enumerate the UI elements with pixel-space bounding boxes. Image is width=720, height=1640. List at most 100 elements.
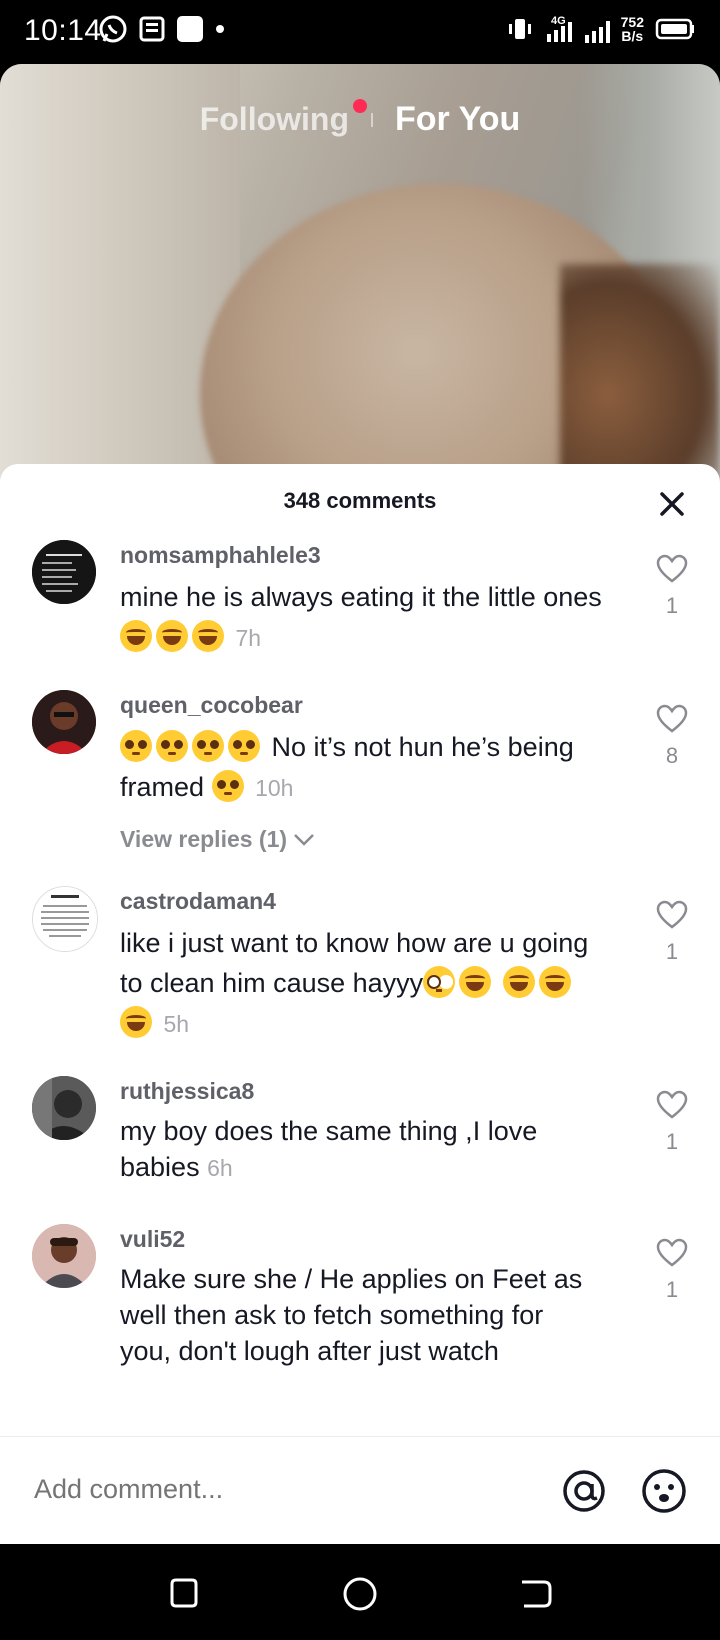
like-button[interactable]: 8	[652, 704, 692, 769]
comment-body: my boy does the same thing ,I love babie…	[120, 1116, 538, 1182]
new-content-dot	[353, 99, 367, 113]
signal-4g-icon: 4G	[546, 15, 572, 42]
like-count: 1	[665, 593, 679, 618]
like-count: 8	[665, 743, 679, 768]
emoji-icon	[642, 1469, 686, 1513]
comment-time: 5h	[163, 1011, 190, 1037]
comment-text: mine he is always eating it the little o…	[120, 577, 620, 658]
home-circle-icon	[343, 1577, 377, 1611]
app-square-icon	[177, 16, 203, 42]
like-button[interactable]: 1	[652, 1238, 692, 1303]
view-replies-link[interactable]: View replies (1)	[120, 826, 315, 853]
comment-text: Make sure she / He applies on Feet as we…	[120, 1261, 600, 1369]
joy-emoji	[538, 966, 571, 998]
comment-body: No it’s not hun he’s being	[264, 732, 574, 762]
avatar-image	[33, 887, 97, 951]
back-button[interactable]	[516, 1574, 556, 1614]
heart-icon	[656, 1090, 688, 1119]
network-speed: 752 B/s	[621, 15, 644, 43]
speed-value: 752	[620, 14, 644, 30]
chevron-down-icon	[294, 833, 314, 846]
avatar[interactable]	[32, 1076, 96, 1140]
system-icons: 4G 752 B/s	[507, 14, 696, 44]
like-button[interactable]: 1	[652, 900, 692, 965]
comments-sheet: 348 comments nomsamphahlele3 mine he is …	[0, 464, 720, 1544]
system-nav-bar	[0, 1544, 720, 1640]
flushed-emoji	[423, 966, 456, 998]
pleading-emoji	[211, 770, 244, 802]
like-count: 1	[665, 1129, 679, 1154]
comment-text: my boy does the same thing ,I love babie…	[120, 1113, 620, 1186]
status-time: 10:14	[24, 14, 102, 47]
whatsapp-icon	[99, 15, 127, 43]
close-icon	[660, 492, 684, 516]
heart-icon	[656, 704, 688, 733]
like-button[interactable]: 1	[652, 554, 692, 619]
emoji-button[interactable]	[640, 1467, 688, 1515]
dot-icon	[216, 25, 224, 33]
avatar[interactable]	[32, 1224, 96, 1288]
recents-icon	[170, 1578, 198, 1608]
pleading-emoji	[192, 730, 224, 762]
comment-username[interactable]: castrodaman4	[120, 888, 276, 915]
comment-time: 7h	[235, 625, 262, 651]
like-count: 1	[665, 1277, 679, 1302]
comment-time: 6h	[207, 1155, 233, 1181]
comment-username[interactable]: vuli52	[120, 1226, 185, 1253]
close-button[interactable]	[652, 484, 692, 524]
tab-separator	[371, 112, 373, 127]
signal-icon	[584, 21, 610, 43]
speed-unit: B/s	[621, 28, 644, 44]
rofl-emoji	[120, 620, 152, 652]
pleading-emoji	[156, 730, 188, 762]
news-icon	[139, 16, 165, 42]
comments-count-title: 348 comments	[283, 488, 437, 513]
notification-icons	[98, 14, 226, 44]
vibrate-icon	[508, 19, 531, 39]
pleading-emoji	[228, 730, 260, 762]
comment-username[interactable]: nomsamphahlele3	[120, 542, 321, 569]
tab-for-you[interactable]: For You	[395, 100, 520, 139]
at-icon	[563, 1470, 605, 1512]
recents-button[interactable]	[164, 1574, 204, 1614]
comment-text: like i just want to know how are u going…	[120, 923, 610, 1044]
comments-header: 348 comments	[0, 464, 720, 544]
avatar[interactable]	[32, 886, 98, 952]
back-icon	[522, 1580, 552, 1608]
avatar[interactable]	[32, 540, 96, 604]
comment-composer	[0, 1436, 720, 1545]
network-label: 4G	[551, 15, 566, 27]
joy-emoji	[156, 620, 188, 652]
comment-time: 10h	[255, 775, 294, 801]
joy-emoji	[459, 966, 492, 998]
comment-body: mine he is always eating it the little o…	[120, 582, 602, 612]
tab-following[interactable]: Following	[200, 99, 367, 138]
add-comment-input[interactable]	[32, 1473, 476, 1506]
avatar-image	[32, 1224, 96, 1288]
joy-emoji	[502, 966, 535, 998]
heart-icon	[656, 900, 688, 929]
feed-tabs: Following For You	[0, 99, 720, 139]
comment-body: Make sure she / He applies on Feet as we…	[120, 1264, 583, 1366]
view-replies-label: View replies (1)	[120, 826, 288, 852]
comment-username[interactable]: queen_cocobear	[120, 692, 303, 719]
pleading-emoji	[120, 730, 152, 762]
comment-text: No it’s not hun he’s being framed 10h	[120, 727, 620, 808]
status-bar: 10:14 4G 752 B/s	[0, 0, 720, 64]
avatar-image	[32, 540, 96, 604]
battery-icon	[655, 18, 694, 40]
comment-body-cont: framed	[120, 772, 205, 802]
joy-emoji	[120, 1006, 152, 1038]
heart-icon	[656, 1238, 688, 1267]
video-frame-shadow	[560, 264, 720, 484]
rofl-emoji	[192, 620, 224, 652]
home-button[interactable]	[340, 1574, 380, 1614]
like-button[interactable]: 1	[652, 1090, 692, 1155]
avatar-image	[32, 690, 96, 754]
avatar-image	[32, 1076, 96, 1140]
heart-icon	[656, 554, 688, 583]
avatar[interactable]	[32, 690, 96, 754]
like-count: 1	[665, 939, 679, 964]
comment-username[interactable]: ruthjessica8	[120, 1078, 254, 1105]
mention-button[interactable]	[560, 1467, 608, 1515]
